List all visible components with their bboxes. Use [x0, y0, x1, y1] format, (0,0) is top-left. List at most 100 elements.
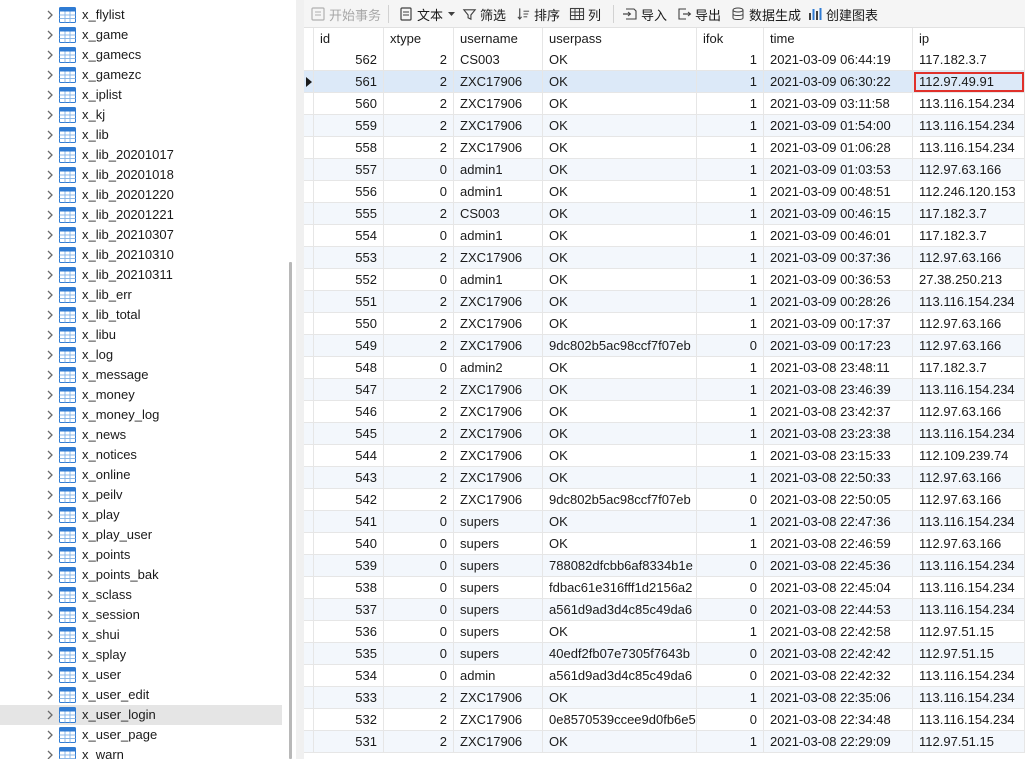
tree-item-table[interactable]: x_user_page: [0, 725, 282, 745]
cell-username[interactable]: ZXC17906: [454, 71, 543, 93]
cell-ifok[interactable]: 1: [697, 313, 764, 335]
row-marker[interactable]: [304, 247, 314, 269]
row-marker[interactable]: [304, 577, 314, 599]
table-row[interactable]: 554 0 admin1 OK 1 2021-03-09 00:46:01 117.182.…: [304, 225, 1025, 247]
tree-item-table[interactable]: x_news: [0, 425, 282, 445]
chevron-right-icon[interactable]: [44, 29, 56, 41]
cell-xtype[interactable]: 0: [384, 357, 454, 379]
cell-ifok[interactable]: 1: [697, 401, 764, 423]
cell-ifok[interactable]: 1: [697, 159, 764, 181]
cell-time[interactable]: 2021-03-09 01:06:28: [764, 137, 913, 159]
cell-username[interactable]: ZXC17906: [454, 93, 543, 115]
cell-time[interactable]: 2021-03-08 22:42:32: [764, 665, 913, 687]
chevron-right-icon[interactable]: [44, 289, 56, 301]
chevron-right-icon[interactable]: [44, 149, 56, 161]
cell-userpass[interactable]: OK: [543, 533, 697, 555]
cell-username[interactable]: ZXC17906: [454, 687, 543, 709]
tree-item-table[interactable]: x_lib_20210310: [0, 245, 282, 265]
cell-ip[interactable]: 112.97.63.166: [913, 247, 1025, 269]
tree-item-table[interactable]: x_peilv: [0, 485, 282, 505]
cell-xtype[interactable]: 0: [384, 599, 454, 621]
table-row[interactable]: 561 2 ZXC17906 OK 1 2021-03-09 06:30:22 112.97…: [304, 71, 1025, 93]
table-row[interactable]: 549 2 ZXC17906 9dc802b5ac98ccf7f07eb 0 2021-0…: [304, 335, 1025, 357]
cell-ip[interactable]: 112.109.239.74: [913, 445, 1025, 467]
cell-userpass[interactable]: OK: [543, 115, 697, 137]
cell-xtype[interactable]: 2: [384, 137, 454, 159]
table-row[interactable]: 562 2 CS003 OK 1 2021-03-09 06:44:19 117.182.3…: [304, 49, 1025, 71]
cell-xtype[interactable]: 2: [384, 467, 454, 489]
chevron-right-icon[interactable]: [44, 369, 56, 381]
chevron-right-icon[interactable]: [44, 69, 56, 81]
cell-ip[interactable]: 112.97.63.166: [913, 533, 1025, 555]
cell-ip[interactable]: 112.97.63.166: [913, 159, 1025, 181]
cell-time[interactable]: 2021-03-09 00:37:36: [764, 247, 913, 269]
cell-ifok[interactable]: 1: [697, 445, 764, 467]
cell-id[interactable]: 548: [314, 357, 384, 379]
cell-ifok[interactable]: 1: [697, 71, 764, 93]
cell-username[interactable]: ZXC17906: [454, 291, 543, 313]
row-marker[interactable]: [304, 511, 314, 533]
cell-ifok[interactable]: 0: [697, 555, 764, 577]
tree-item-table[interactable]: x_lib_20201220: [0, 185, 282, 205]
cell-time[interactable]: 2021-03-08 22:44:53: [764, 599, 913, 621]
chevron-right-icon[interactable]: [44, 129, 56, 141]
cell-ifok[interactable]: 1: [697, 533, 764, 555]
cell-ip[interactable]: 117.182.3.7: [913, 225, 1025, 247]
tree-item-table[interactable]: x_online: [0, 465, 282, 485]
cell-ip[interactable]: 113.116.154.234: [913, 555, 1025, 577]
table-row[interactable]: 548 0 admin2 OK 1 2021-03-08 23:48:11 117.182.…: [304, 357, 1025, 379]
cell-ifok[interactable]: 1: [697, 181, 764, 203]
cell-id[interactable]: 540: [314, 533, 384, 555]
cell-xtype[interactable]: 2: [384, 247, 454, 269]
chevron-right-icon[interactable]: [44, 669, 56, 681]
cell-userpass[interactable]: OK: [543, 731, 697, 753]
tree-item-table[interactable]: x_lib_20201221: [0, 205, 282, 225]
cell-username[interactable]: ZXC17906: [454, 335, 543, 357]
cell-ifok[interactable]: 0: [697, 709, 764, 731]
row-marker[interactable]: [304, 49, 314, 71]
cell-ip[interactable]: 113.116.154.234: [913, 379, 1025, 401]
cell-time[interactable]: 2021-03-08 22:45:36: [764, 555, 913, 577]
cell-username[interactable]: supers: [454, 643, 543, 665]
cell-ifok[interactable]: 1: [697, 357, 764, 379]
cell-xtype[interactable]: 0: [384, 159, 454, 181]
cell-userpass[interactable]: OK: [543, 49, 697, 71]
chevron-right-icon[interactable]: [44, 389, 56, 401]
cell-time[interactable]: 2021-03-08 22:50:05: [764, 489, 913, 511]
cell-ip[interactable]: 112.97.63.166: [913, 467, 1025, 489]
table-row[interactable]: 538 0 supers fdbac61e316fff1d2156a2 0 2021-03…: [304, 577, 1025, 599]
cell-username[interactable]: supers: [454, 511, 543, 533]
cell-userpass[interactable]: a561d9ad3d4c85c49da6: [543, 599, 697, 621]
chevron-right-icon[interactable]: [44, 329, 56, 341]
data-generation-button[interactable]: 数据生成: [730, 4, 801, 24]
cell-time[interactable]: 2021-03-08 22:45:04: [764, 577, 913, 599]
cell-xtype[interactable]: 0: [384, 533, 454, 555]
cell-username[interactable]: admin1: [454, 159, 543, 181]
cell-time[interactable]: 2021-03-09 06:30:22: [764, 71, 913, 93]
chevron-right-icon[interactable]: [44, 649, 56, 661]
cell-time[interactable]: 2021-03-08 22:50:33: [764, 467, 913, 489]
cell-ifok[interactable]: 1: [697, 423, 764, 445]
cell-id[interactable]: 546: [314, 401, 384, 423]
cell-id[interactable]: 545: [314, 423, 384, 445]
table-row[interactable]: 531 2 ZXC17906 OK 1 2021-03-08 22:29:09 112.97…: [304, 731, 1025, 753]
cell-userpass[interactable]: OK: [543, 313, 697, 335]
cell-userpass[interactable]: OK: [543, 203, 697, 225]
cell-ip[interactable]: 113.116.154.234: [913, 709, 1025, 731]
chevron-right-icon[interactable]: [44, 89, 56, 101]
row-marker[interactable]: [304, 357, 314, 379]
cell-id[interactable]: 558: [314, 137, 384, 159]
cell-xtype[interactable]: 2: [384, 709, 454, 731]
table-row[interactable]: 539 0 supers 788082dfcbb6af8334b1e 0 2021-03-…: [304, 555, 1025, 577]
tree-item-table[interactable]: x_warn: [0, 745, 282, 759]
cell-username[interactable]: ZXC17906: [454, 467, 543, 489]
chevron-right-icon[interactable]: [44, 349, 56, 361]
cell-username[interactable]: ZXC17906: [454, 731, 543, 753]
cell-userpass[interactable]: OK: [543, 247, 697, 269]
cell-userpass[interactable]: OK: [543, 357, 697, 379]
cell-time[interactable]: 2021-03-08 23:42:37: [764, 401, 913, 423]
tree-item-table[interactable]: x_flylist: [0, 5, 282, 25]
tree-item-table[interactable]: x_gamecs: [0, 45, 282, 65]
row-marker[interactable]: [304, 225, 314, 247]
cell-time[interactable]: 2021-03-08 22:29:09: [764, 731, 913, 753]
